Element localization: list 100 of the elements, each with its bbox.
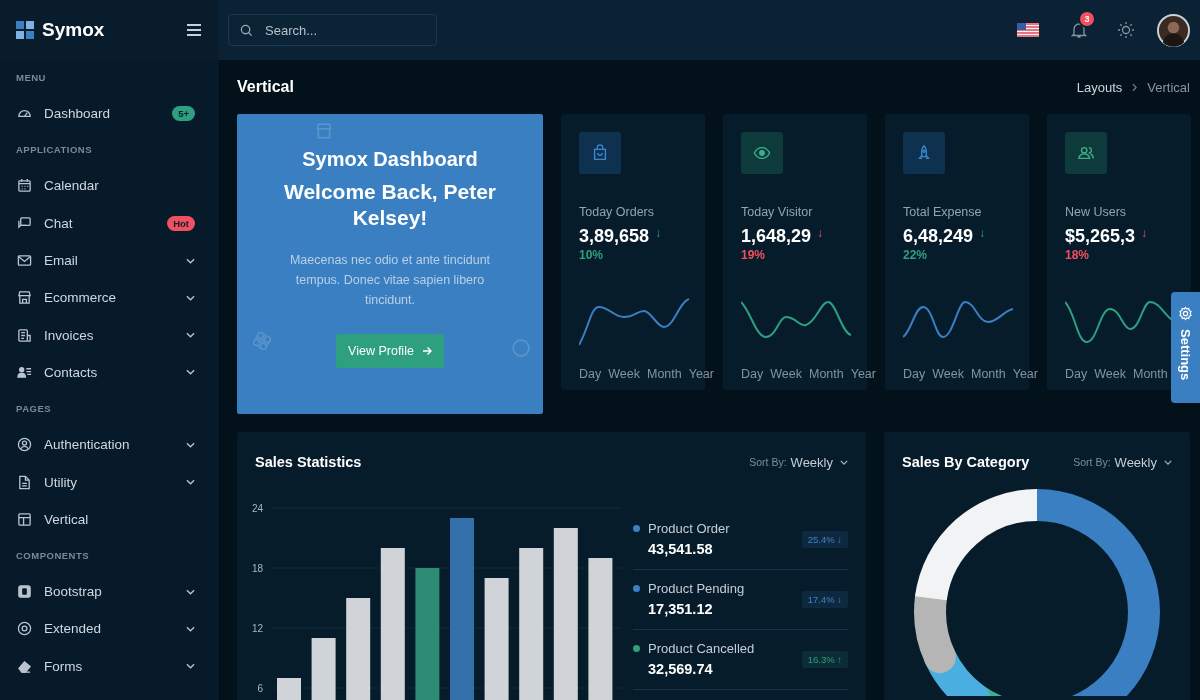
period-tab[interactable]: Day — [903, 367, 926, 381]
contacts-icon — [17, 364, 32, 380]
card-title: Sales Statistics — [255, 454, 362, 470]
sidebar-item[interactable]: Contacts — [0, 353, 219, 392]
count-badge: 5+ — [172, 106, 195, 122]
shopping-bag-icon — [579, 132, 621, 174]
period-tab[interactable]: Day — [1065, 367, 1088, 381]
period-tab[interactable]: Month — [808, 367, 844, 381]
menu-icon[interactable] — [187, 24, 201, 36]
settings-icon — [1178, 306, 1193, 321]
sidebar-item[interactable]: Extended — [0, 610, 219, 648]
stat-change: 18% — [1065, 248, 1091, 262]
legend-label: Product Order — [648, 521, 730, 536]
period-tab[interactable]: Month — [1132, 367, 1168, 381]
sidebar-item[interactable]: Email — [0, 241, 219, 280]
legend-label: Product Pending — [648, 581, 745, 596]
chevron-down-icon — [840, 459, 848, 465]
calendar-icon — [17, 178, 32, 194]
period-tab[interactable]: Year — [1012, 367, 1038, 381]
stat-value: 1,648,29 — [741, 226, 812, 247]
invoice-icon — [17, 327, 32, 343]
change-badge: 16.3% ↑ — [801, 650, 848, 668]
sun-icon[interactable] — [1117, 21, 1135, 39]
avatar[interactable] — [1157, 13, 1190, 47]
sidebar-item[interactable]: Dashboard 5+ — [0, 95, 219, 133]
search-field[interactable]: Search... — [228, 14, 437, 46]
flag-icon[interactable] — [1017, 23, 1039, 37]
page-title: Vertical — [237, 78, 294, 96]
users-icon — [1065, 132, 1107, 174]
user-circle-icon — [17, 437, 32, 453]
period-tab[interactable]: Week — [932, 367, 964, 381]
view-profile-button[interactable]: View Profile — [336, 333, 444, 368]
welcome-greeting: Welcome Back, Peter Kelsey! — [282, 179, 498, 232]
stat-label: Total Expense — [903, 205, 983, 219]
settings-tab[interactable]: Settings — [1171, 292, 1200, 403]
chevron-down-icon — [1164, 459, 1172, 465]
sidebar-item[interactable]: Invoices — [0, 316, 219, 354]
period-tab[interactable]: Year — [850, 367, 876, 381]
sidebar-item[interactable]: Utility — [0, 463, 219, 501]
stat-change: 10% — [579, 248, 605, 262]
bar — [277, 678, 301, 700]
section-heading: COMPONENTS — [15, 548, 91, 563]
grid-icon — [253, 332, 271, 350]
eraser-icon — [17, 658, 32, 674]
period-tab[interactable]: Week — [608, 367, 640, 381]
count-badge: Hot — [167, 215, 195, 231]
period-tab[interactable]: Month — [646, 367, 682, 381]
legend-value: 17,351.12 — [648, 601, 714, 617]
trend-arrow: ↓ — [817, 227, 824, 239]
welcome-title: Symox Dashboard — [302, 148, 478, 171]
axis-label: 6 — [257, 683, 263, 694]
bar — [311, 638, 336, 700]
sidebar-item[interactable]: Forms — [0, 647, 219, 685]
trend-arrow: ↓ — [655, 227, 662, 239]
document-icon — [17, 474, 32, 490]
trend-arrow: ↓ — [979, 227, 986, 239]
legend-value: 43,541.58 — [648, 541, 714, 557]
period-tab[interactable]: Day — [741, 367, 764, 381]
sort-dropdown[interactable]: Sort By: Weekly — [749, 454, 848, 470]
sidebar-item[interactable]: Calendar — [0, 167, 219, 205]
sidebar-item[interactable]: Chat Hot — [0, 204, 219, 242]
notification-badge: 3 — [1078, 10, 1096, 28]
period-tab[interactable]: Year — [688, 367, 714, 381]
square-icon — [17, 584, 32, 600]
chevron-right-icon — [1132, 82, 1138, 92]
store-icon — [315, 122, 333, 140]
sidebar-item[interactable]: Bootstrap — [0, 572, 219, 611]
axis-label: 12 — [251, 623, 263, 634]
breadcrumb-link[interactable]: Layouts — [1076, 79, 1123, 95]
sidebar-item[interactable]: Authentication — [0, 426, 219, 464]
sidebar-item[interactable]: Ecommerce — [0, 279, 219, 317]
arrow-right-icon — [421, 345, 432, 356]
card-title: Sales By Category — [902, 454, 1030, 470]
period-tab[interactable]: Month — [970, 367, 1006, 381]
sidebar-item[interactable]: Vertical — [0, 500, 219, 538]
brand-name: Symox — [42, 19, 106, 41]
bell-icon[interactable] — [1071, 21, 1087, 39]
section-heading: PAGES — [15, 402, 53, 417]
sort-dropdown[interactable]: Sort By: Weekly — [1073, 454, 1172, 470]
period-tab[interactable]: Week — [770, 367, 802, 381]
axis-label: 18 — [251, 563, 263, 574]
legend-label: Product Cancelled — [648, 641, 755, 656]
stat-value: 6,48,249 — [903, 226, 974, 247]
period-tab[interactable]: Week — [1094, 367, 1126, 381]
change-badge: 17.4% ↓ — [801, 590, 848, 608]
stat-value: $5,265,3 — [1065, 226, 1136, 247]
trend-arrow: ↓ — [1141, 227, 1148, 239]
eye-icon — [741, 132, 783, 174]
rocket-icon — [903, 132, 945, 174]
circle-icon — [512, 339, 530, 357]
target-icon — [17, 621, 32, 637]
stat-value: 3,89,658 — [579, 226, 650, 247]
legend-value: 32,569.74 — [648, 661, 714, 677]
section-heading: APPLICATIONS — [15, 143, 94, 158]
breadcrumb-link[interactable]: Vertical — [1147, 79, 1190, 95]
layout-icon — [17, 511, 32, 527]
change-badge: 25.4% ↓ — [801, 530, 848, 548]
period-tab[interactable]: Day — [579, 367, 602, 381]
axis-label: 24 — [251, 503, 263, 514]
stat-label: New Users — [1065, 205, 1128, 219]
